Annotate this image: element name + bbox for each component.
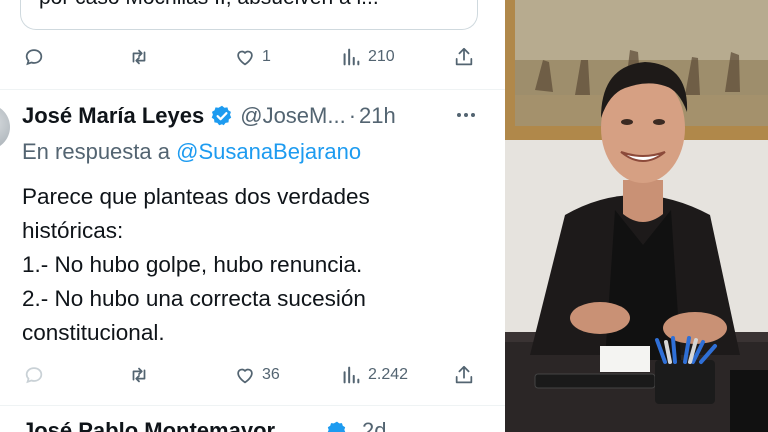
author-handle[interactable]: @JoseM... (240, 103, 345, 129)
tweet-text: Parece que planteas dos verdades históri… (22, 180, 492, 350)
views-button[interactable]: 210 (340, 37, 395, 77)
reply-button[interactable] (23, 355, 51, 395)
reply-context: En respuesta a @SusanaBejarano (22, 139, 361, 165)
share-icon (455, 365, 473, 384)
views-button[interactable]: 2.242 (340, 355, 408, 395)
tweet-text-line: 2.- No hubo una correcta sucesión (22, 286, 366, 311)
like-count: 36 (262, 366, 280, 383)
views-count: 210 (368, 48, 395, 65)
tweet-actions-top: 1 210 (0, 37, 505, 77)
reply-icon (25, 367, 43, 384)
views-count: 2.242 (368, 366, 409, 383)
tweet-text-line: históricas: (22, 218, 124, 243)
share-button[interactable] (453, 355, 475, 395)
quoted-tweet-card[interactable]: por caso Mochilas II; absuelven a l... (20, 0, 478, 30)
retweet-icon (132, 49, 146, 65)
news-photo (505, 0, 768, 432)
views-icon (343, 366, 360, 384)
reply-mention-link[interactable]: @SusanaBejarano (176, 139, 361, 164)
retweet-button[interactable] (128, 37, 156, 77)
quoted-tweet-text: por caso Mochilas II; absuelven a l... (39, 0, 379, 10)
tweet-feed: por caso Mochilas II; absuelven a l... 1… (0, 0, 505, 432)
next-tweet-time[interactable]: 2d (362, 418, 386, 432)
like-button[interactable]: 1 (234, 37, 271, 77)
tweet-header: José María Leyes @JoseM... · 21h (22, 100, 396, 132)
reply-icon (25, 49, 43, 66)
views-icon (343, 48, 360, 66)
reply-prefix: En respuesta a (22, 139, 170, 164)
retweet-button[interactable] (128, 355, 156, 395)
like-count: 1 (262, 48, 271, 65)
tweet-text-line: Parece que planteas dos verdades (22, 184, 370, 209)
share-button[interactable] (453, 37, 475, 77)
next-tweet-author-name[interactable]: José Pablo Montemayor (22, 418, 275, 432)
tweet-text-line: 1.- No hubo golpe, hubo renuncia. (22, 252, 363, 277)
verified-badge-icon (327, 421, 346, 432)
reply-button[interactable] (23, 37, 51, 77)
like-icon (237, 50, 253, 66)
tweet-actions: 36 2.242 (0, 355, 505, 395)
tweet-time[interactable]: 21h (359, 103, 396, 129)
more-icon[interactable] (455, 108, 477, 122)
verified-badge-icon (211, 105, 232, 126)
header-separator: · (348, 103, 357, 128)
tweet-text-line: constitucional. (22, 320, 165, 345)
share-icon (455, 47, 473, 66)
tweet-divider (0, 405, 505, 406)
photo-illustration (505, 0, 768, 432)
retweet-icon (132, 367, 146, 383)
tweet-divider (0, 89, 505, 90)
like-button[interactable]: 36 (234, 355, 280, 395)
author-name[interactable]: José María Leyes (22, 103, 204, 129)
avatar[interactable] (0, 104, 10, 150)
like-icon (237, 368, 253, 384)
